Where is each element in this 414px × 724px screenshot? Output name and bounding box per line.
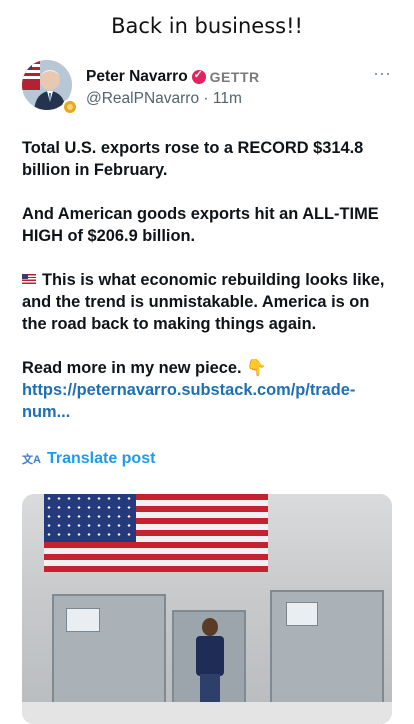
platform-badge-icon (62, 99, 78, 115)
paragraph-3-text: This is what economic rebuilding looks l… (22, 271, 385, 333)
author-name[interactable]: Peter Navarro (86, 68, 188, 86)
image-caption: Back in business!! (111, 14, 303, 38)
translate-button[interactable]: 文A Translate post (22, 450, 155, 468)
post-time: 11m (212, 90, 242, 107)
post-body: Total U.S. exports rose to a RECORD $314… (22, 137, 394, 423)
article-link[interactable]: https://peternavarro.substack.com/p/trad… (22, 379, 394, 423)
translate-label: Translate post (46, 450, 156, 467)
american-flag (44, 494, 268, 572)
verified-icon (191, 68, 206, 84)
more-icon[interactable]: ⋯ (373, 64, 392, 85)
paragraph-1: Total U.S. exports rose to a RECORD $314… (22, 139, 364, 179)
meta-separator: · (203, 90, 209, 107)
platform-label: GETTR (209, 69, 260, 85)
factory-floor (22, 702, 392, 724)
factory-worker (192, 618, 228, 714)
pointing-down-emoji: 👇 (246, 359, 267, 377)
translate-icon: 文A (22, 454, 41, 466)
machine-left (52, 594, 166, 706)
post-header: Peter Navarro GETTR @RealPNavarro · 11m (86, 68, 260, 108)
machine-right (270, 590, 384, 706)
paragraph-3: This is what economic rebuilding looks l… (22, 269, 394, 335)
author-handle[interactable]: @RealPNavarro (86, 90, 199, 107)
read-more-text: Read more in my new piece. (22, 359, 242, 377)
paragraph-2: And American goods exports hit an ALL-TI… (22, 205, 379, 245)
read-more-line: Read more in my new piece. 👇 (22, 357, 394, 379)
post-image[interactable] (22, 494, 392, 724)
flag-emoji-icon (22, 274, 36, 284)
